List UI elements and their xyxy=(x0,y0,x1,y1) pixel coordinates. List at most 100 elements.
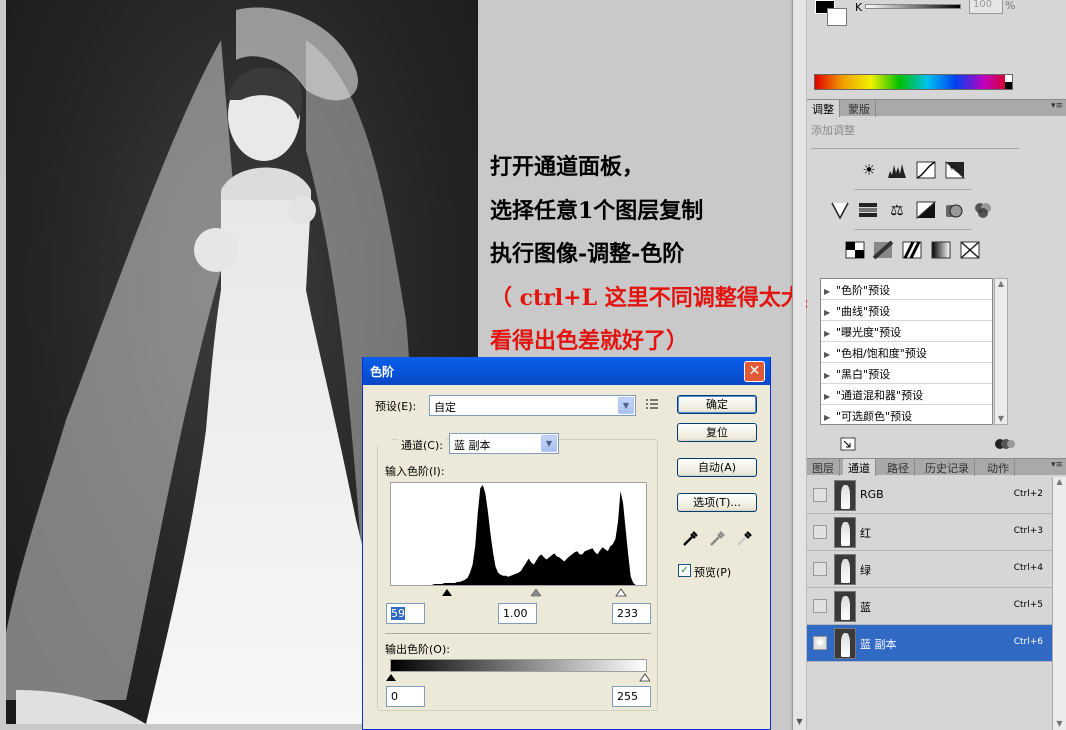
brightness-contrast-icon[interactable]: ☀ xyxy=(858,160,880,180)
black-white-icon[interactable] xyxy=(915,200,937,220)
input-slider-track[interactable] xyxy=(390,587,647,597)
input-black-point-handle[interactable] xyxy=(442,589,452,596)
invert-icon[interactable] xyxy=(844,240,866,260)
panel-menu-icon[interactable]: ▾≡ xyxy=(1051,460,1063,470)
scroll-down-arrow-icon[interactable]: ▼ xyxy=(794,717,805,728)
auto-button[interactable]: 自动(A) xyxy=(677,458,757,477)
preview-checkbox[interactable]: ✓ xyxy=(678,564,691,577)
input-white-point-handle[interactable] xyxy=(615,588,627,597)
close-icon[interactable]: ✕ xyxy=(744,361,765,382)
vibrance-icon[interactable] xyxy=(829,200,851,220)
channel-thumbnail xyxy=(834,517,856,548)
input-levels-label: 输入色阶(I): xyxy=(385,465,445,478)
background-color-swatch[interactable] xyxy=(827,8,847,26)
tab-masks[interactable]: 蒙版 xyxy=(843,100,876,117)
output-white-field[interactable]: 255 xyxy=(612,686,651,707)
channel-mixer-icon[interactable] xyxy=(972,200,994,220)
output-slider-track[interactable] xyxy=(386,672,651,682)
presets-scrollbar[interactable]: ▲ ▼ xyxy=(994,278,1008,425)
white-eyedropper-icon[interactable] xyxy=(735,530,753,548)
adjustment-presets-list[interactable]: ▶ "色阶"预设 ▶ "曲线"预设 ▶ "曝光度"预设 ▶ "色相/饱和度"预设 ▶ "黑白"预设… xyxy=(820,278,993,426)
input-black-field[interactable]: 59 xyxy=(386,603,425,624)
preset-item[interactable]: ▶ "色相/饱和度"预设 xyxy=(821,342,992,363)
channels-scrollbar[interactable]: ▲ ▼ xyxy=(1052,477,1066,730)
preset-item[interactable]: ▶ "色阶"预设 xyxy=(821,279,992,300)
expand-view-icon[interactable] xyxy=(994,437,1016,451)
visibility-toggle[interactable] xyxy=(813,488,827,502)
scroll-down-arrow-icon[interactable]: ▼ xyxy=(1053,719,1066,728)
output-black-point-handle[interactable] xyxy=(386,674,396,681)
list-menu-icon[interactable] xyxy=(645,397,659,411)
chevron-down-icon[interactable]: ▼ xyxy=(618,397,634,414)
options-button[interactable]: 选项(T)... xyxy=(677,493,757,512)
scroll-up-arrow-icon[interactable]: ▲ xyxy=(995,279,1007,288)
chevron-down-icon[interactable]: ▼ xyxy=(541,435,557,452)
return-to-adjustment-list-icon[interactable] xyxy=(840,437,856,451)
input-white-field[interactable]: 233 xyxy=(612,603,651,624)
visibility-toggle[interactable] xyxy=(813,599,827,613)
threshold-icon[interactable] xyxy=(901,240,923,260)
selective-color-icon[interactable] xyxy=(959,240,981,260)
exposure-icon[interactable]: + - xyxy=(944,160,966,180)
expand-arrow-icon[interactable]: ▶ xyxy=(824,413,836,422)
k-value-field[interactable]: 100 xyxy=(969,0,1003,14)
channel-row[interactable]: 绿 Ctrl+4 xyxy=(807,551,1052,588)
photo-filter-icon[interactable] xyxy=(944,200,966,220)
input-gamma-handle[interactable] xyxy=(530,588,542,597)
channel-shortcut: Ctrl+2 xyxy=(1013,489,1043,499)
dialog-titlebar[interactable]: 色阶 ✕ xyxy=(363,357,770,385)
gray-eyedropper-icon[interactable] xyxy=(708,530,726,548)
expand-arrow-icon[interactable]: ▶ xyxy=(824,350,836,359)
eye-icon[interactable]: ◉ xyxy=(813,636,827,650)
tab-channels[interactable]: 通道 xyxy=(843,459,876,476)
preset-item[interactable]: ▶ "可选颜色"预设 xyxy=(821,405,992,426)
adjustments-panel-tabs: 调整 蒙版 ▾≡ xyxy=(807,99,1066,117)
scroll-up-arrow-icon[interactable]: ▲ xyxy=(1053,477,1066,486)
preset-item[interactable]: ▶ "曝光度"预设 xyxy=(821,321,992,342)
channel-name: 蓝 副本 xyxy=(860,638,897,651)
black-eyedropper-icon[interactable] xyxy=(681,530,699,548)
panel-menu-icon[interactable]: ▾≡ xyxy=(1051,101,1063,111)
reset-button[interactable]: 复位 xyxy=(677,423,757,442)
output-white-point-handle[interactable] xyxy=(639,673,651,682)
channel-label: 通道(C): xyxy=(398,437,446,453)
hue-saturation-icon[interactable] xyxy=(857,200,879,220)
tab-actions[interactable]: 动作 xyxy=(982,459,1015,476)
output-black-field[interactable]: 0 xyxy=(386,686,425,707)
channel-row[interactable]: 蓝 Ctrl+5 xyxy=(807,588,1052,625)
visibility-toggle[interactable] xyxy=(813,525,827,539)
color-balance-icon[interactable]: ⚖ xyxy=(886,200,908,220)
preset-item[interactable]: ▶ "通道混和器"预设 xyxy=(821,384,992,405)
tab-layers[interactable]: 图层 xyxy=(807,459,840,476)
tab-history[interactable]: 历史记录 xyxy=(920,459,975,476)
channel-name: 蓝 xyxy=(860,601,871,614)
preset-label: 预设(E): xyxy=(375,400,417,413)
tab-paths[interactable]: 路径 xyxy=(882,459,915,476)
k-slider[interactable] xyxy=(865,4,961,9)
preset-item[interactable]: ▶ "曲线"预设 xyxy=(821,300,992,321)
channel-row[interactable]: 红 Ctrl+3 xyxy=(807,514,1052,551)
preset-select[interactable]: 自定 ▼ xyxy=(429,395,636,416)
curves-icon[interactable] xyxy=(915,160,937,180)
channel-thumbnail xyxy=(834,591,856,622)
input-gamma-field[interactable]: 1.00 xyxy=(498,603,537,624)
gradient-map-icon[interactable] xyxy=(930,240,952,260)
levels-icon[interactable] xyxy=(886,160,908,180)
canvas-vertical-scrollbar[interactable]: ▼ xyxy=(792,0,806,730)
tab-adjustments[interactable]: 调整 xyxy=(807,100,840,117)
ok-button[interactable]: 确定 xyxy=(677,395,757,414)
posterize-icon[interactable] xyxy=(872,240,894,260)
visibility-toggle[interactable] xyxy=(813,562,827,576)
expand-arrow-icon[interactable]: ▶ xyxy=(824,308,836,317)
channel-name: RGB xyxy=(860,488,884,501)
scroll-down-arrow-icon[interactable]: ▼ xyxy=(995,414,1007,423)
preset-item[interactable]: ▶ "黑白"预设 xyxy=(821,363,992,384)
expand-arrow-icon[interactable]: ▶ xyxy=(824,287,836,296)
color-spectrum-bar[interactable] xyxy=(814,74,1013,90)
channel-select[interactable]: 蓝 副本 ▼ xyxy=(449,433,559,454)
expand-arrow-icon[interactable]: ▶ xyxy=(824,329,836,338)
channel-row[interactable]: ◉ 蓝 副本 Ctrl+6 xyxy=(807,625,1052,662)
expand-arrow-icon[interactable]: ▶ xyxy=(824,392,836,401)
channel-row[interactable]: RGB Ctrl+2 xyxy=(807,477,1052,514)
expand-arrow-icon[interactable]: ▶ xyxy=(824,371,836,380)
